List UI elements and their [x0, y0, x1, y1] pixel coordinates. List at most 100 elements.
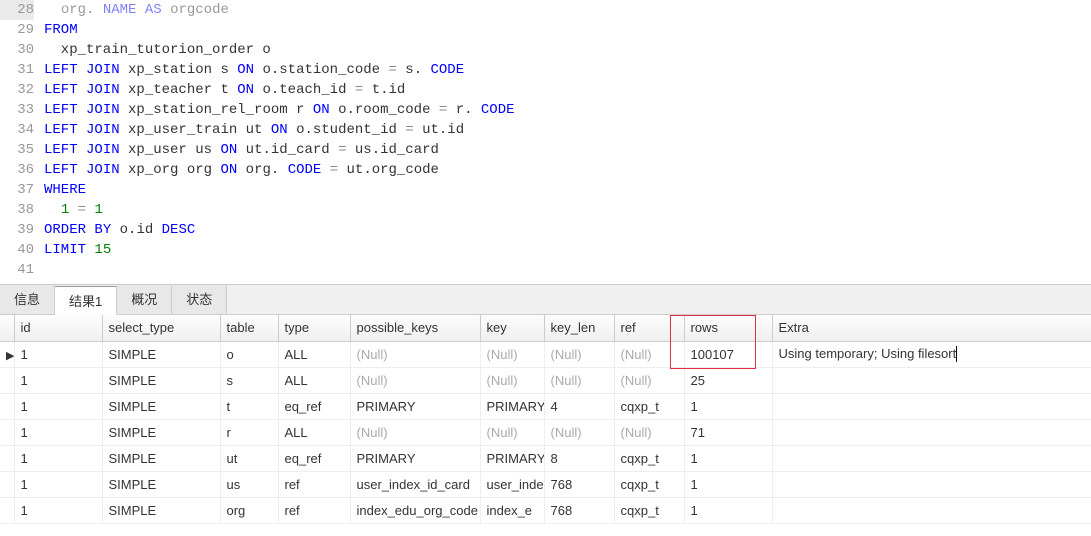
- col-header-ref[interactable]: ref: [614, 315, 684, 341]
- cell-possible_keys[interactable]: (Null): [350, 367, 480, 393]
- cell-key_len[interactable]: (Null): [544, 419, 614, 445]
- cell-select_type[interactable]: SIMPLE: [102, 445, 220, 471]
- cell-rows[interactable]: 1: [684, 393, 772, 419]
- col-header-key_len[interactable]: key_len: [544, 315, 614, 341]
- cell-key[interactable]: PRIMARY: [480, 393, 544, 419]
- cell-ref[interactable]: (Null): [614, 341, 684, 367]
- cell-select_type[interactable]: SIMPLE: [102, 367, 220, 393]
- col-header-possible_keys[interactable]: possible_keys: [350, 315, 480, 341]
- cell-ref[interactable]: (Null): [614, 419, 684, 445]
- cell-ref[interactable]: (Null): [614, 367, 684, 393]
- tab-profile[interactable]: 概况: [117, 285, 172, 314]
- table-row[interactable]: 1SIMPLEuteq_refPRIMARYPRIMARY8cqxp_t1: [0, 445, 1091, 471]
- cell-rows[interactable]: 1: [684, 497, 772, 523]
- cell-Extra[interactable]: [772, 445, 1091, 471]
- code-line[interactable]: WHERE: [44, 180, 1091, 200]
- cell-possible_keys[interactable]: index_edu_org_code: [350, 497, 480, 523]
- cell-key_len[interactable]: 768: [544, 471, 614, 497]
- cell-Extra[interactable]: [772, 497, 1091, 523]
- cell-type[interactable]: ref: [278, 471, 350, 497]
- cell-key_len[interactable]: 768: [544, 497, 614, 523]
- cell-id[interactable]: 1: [14, 393, 102, 419]
- cell-key_len[interactable]: (Null): [544, 367, 614, 393]
- code-line[interactable]: 1 = 1: [44, 200, 1091, 220]
- cell-possible_keys[interactable]: user_index_id_card: [350, 471, 480, 497]
- code-line[interactable]: LEFT JOIN xp_station s ON o.station_code…: [44, 60, 1091, 80]
- cell-key_len[interactable]: (Null): [544, 341, 614, 367]
- cell-rows[interactable]: 1: [684, 471, 772, 497]
- code-line[interactable]: LEFT JOIN xp_org org ON org. CODE = ut.o…: [44, 160, 1091, 180]
- cell-key_len[interactable]: 4: [544, 393, 614, 419]
- col-header-key[interactable]: key: [480, 315, 544, 341]
- cell-key[interactable]: (Null): [480, 367, 544, 393]
- table-row[interactable]: 1SIMPLEusrefuser_index_id_carduser_index…: [0, 471, 1091, 497]
- cell-possible_keys[interactable]: PRIMARY: [350, 445, 480, 471]
- cell-ref[interactable]: cqxp_t: [614, 445, 684, 471]
- code-line[interactable]: org. NAME AS orgcode: [44, 0, 1091, 20]
- cell-table[interactable]: o: [220, 341, 278, 367]
- tab-info[interactable]: 信息: [0, 285, 55, 314]
- code-line[interactable]: LEFT JOIN xp_teacher t ON o.teach_id = t…: [44, 80, 1091, 100]
- cell-rows[interactable]: 1: [684, 445, 772, 471]
- cell-rows[interactable]: 25: [684, 367, 772, 393]
- cell-possible_keys[interactable]: (Null): [350, 341, 480, 367]
- cell-id[interactable]: 1: [14, 419, 102, 445]
- cell-table[interactable]: s: [220, 367, 278, 393]
- cell-possible_keys[interactable]: (Null): [350, 419, 480, 445]
- cell-ref[interactable]: cqxp_t: [614, 471, 684, 497]
- code-line[interactable]: LEFT JOIN xp_user_train ut ON o.student_…: [44, 120, 1091, 140]
- code-line[interactable]: [44, 260, 1091, 280]
- col-header-Extra[interactable]: Extra: [772, 315, 1091, 341]
- cell-key[interactable]: (Null): [480, 419, 544, 445]
- cell-Extra[interactable]: [772, 393, 1091, 419]
- code-editor[interactable]: 2829303132333435363738394041 org. NAME A…: [0, 0, 1091, 280]
- cell-key[interactable]: user_index: [480, 471, 544, 497]
- cell-table[interactable]: r: [220, 419, 278, 445]
- cell-id[interactable]: 1: [14, 471, 102, 497]
- table-row[interactable]: ▶1SIMPLEoALL(Null)(Null)(Null)(Null)1001…: [0, 341, 1091, 367]
- cell-table[interactable]: org: [220, 497, 278, 523]
- cell-Extra[interactable]: [772, 419, 1091, 445]
- cell-ref[interactable]: cqxp_t: [614, 497, 684, 523]
- cell-select_type[interactable]: SIMPLE: [102, 419, 220, 445]
- cell-type[interactable]: eq_ref: [278, 393, 350, 419]
- code-line[interactable]: LEFT JOIN xp_user us ON ut.id_card = us.…: [44, 140, 1091, 160]
- code-area[interactable]: org. NAME AS orgcodeFROM xp_train_tutori…: [44, 0, 1091, 280]
- cell-rows[interactable]: 100107: [684, 341, 772, 367]
- cell-key_len[interactable]: 8: [544, 445, 614, 471]
- cell-type[interactable]: ref: [278, 497, 350, 523]
- cell-select_type[interactable]: SIMPLE: [102, 497, 220, 523]
- cell-select_type[interactable]: SIMPLE: [102, 393, 220, 419]
- code-line[interactable]: LEFT JOIN xp_station_rel_room r ON o.roo…: [44, 100, 1091, 120]
- cell-id[interactable]: 1: [14, 497, 102, 523]
- cell-key[interactable]: (Null): [480, 341, 544, 367]
- cell-type[interactable]: ALL: [278, 341, 350, 367]
- code-line[interactable]: ORDER BY o.id DESC: [44, 220, 1091, 240]
- table-row[interactable]: 1SIMPLEsALL(Null)(Null)(Null)(Null)25: [0, 367, 1091, 393]
- col-header-rows[interactable]: rows: [684, 315, 772, 341]
- cell-type[interactable]: ALL: [278, 419, 350, 445]
- cell-key[interactable]: index_e: [480, 497, 544, 523]
- cell-id[interactable]: 1: [14, 341, 102, 367]
- result-grid[interactable]: idselect_typetabletypepossible_keyskeyke…: [0, 315, 1091, 524]
- cell-select_type[interactable]: SIMPLE: [102, 341, 220, 367]
- cell-table[interactable]: t: [220, 393, 278, 419]
- cell-Extra[interactable]: [772, 367, 1091, 393]
- cell-type[interactable]: eq_ref: [278, 445, 350, 471]
- cell-type[interactable]: ALL: [278, 367, 350, 393]
- cell-ref[interactable]: cqxp_t: [614, 393, 684, 419]
- code-line[interactable]: FROM: [44, 20, 1091, 40]
- cell-select_type[interactable]: SIMPLE: [102, 471, 220, 497]
- cell-possible_keys[interactable]: PRIMARY: [350, 393, 480, 419]
- cell-Extra[interactable]: [772, 471, 1091, 497]
- cell-table[interactable]: ut: [220, 445, 278, 471]
- col-header-type[interactable]: type: [278, 315, 350, 341]
- cell-rows[interactable]: 71: [684, 419, 772, 445]
- table-row[interactable]: 1SIMPLEteq_refPRIMARYPRIMARY4cqxp_t1: [0, 393, 1091, 419]
- table-row[interactable]: 1SIMPLErALL(Null)(Null)(Null)(Null)71: [0, 419, 1091, 445]
- cell-id[interactable]: 1: [14, 367, 102, 393]
- cell-Extra[interactable]: Using temporary; Using filesort: [772, 341, 1091, 367]
- col-header-table[interactable]: table: [220, 315, 278, 341]
- tab-status[interactable]: 状态: [172, 285, 227, 314]
- code-line[interactable]: LIMIT 15: [44, 240, 1091, 260]
